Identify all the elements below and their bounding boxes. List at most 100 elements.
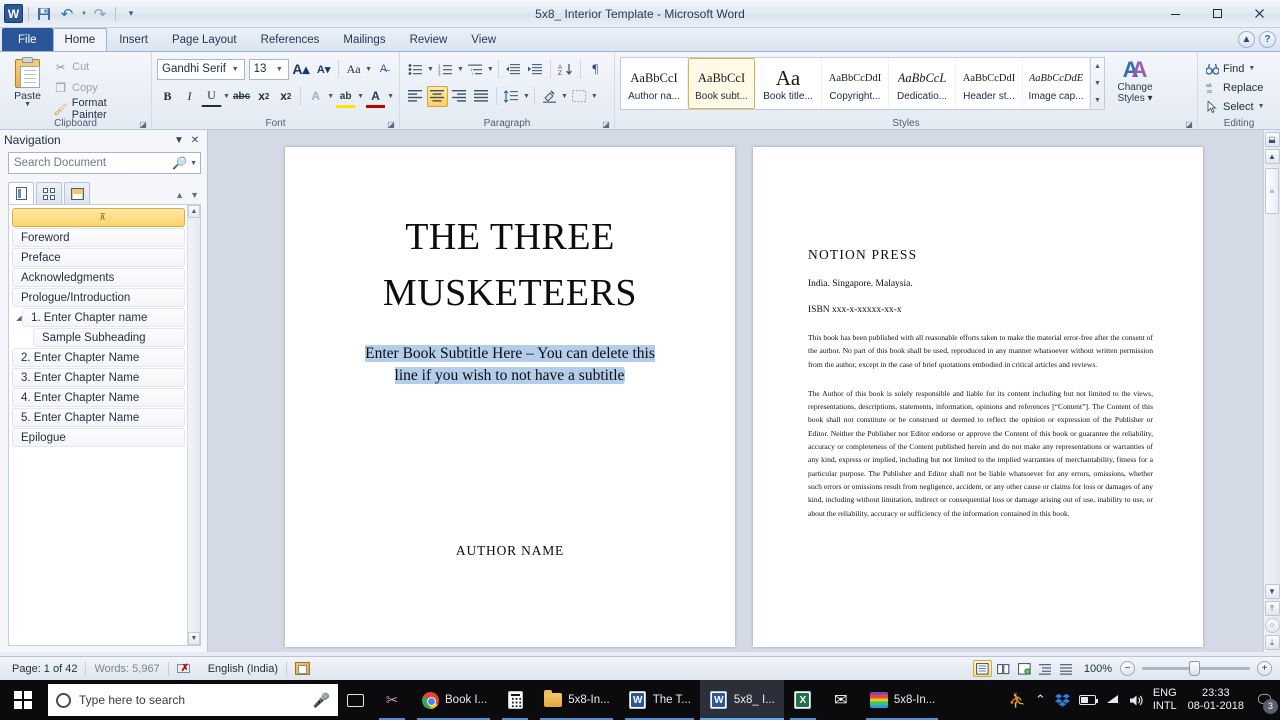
maximize-button[interactable] (1196, 0, 1238, 26)
zoom-in-button[interactable]: + (1257, 661, 1272, 676)
book-subtitle-selected[interactable]: Enter Book Subtitle Here – You can delet… (285, 343, 735, 387)
scroll-up-icon[interactable]: ▲ (188, 205, 200, 218)
document-page-1[interactable]: THE THREE MUSKETEERS Enter Book Subtitle… (285, 147, 735, 647)
zoom-level[interactable]: 100% (1078, 663, 1118, 675)
tab-mailings[interactable]: Mailings (331, 28, 397, 51)
tab-page-layout[interactable]: Page Layout (160, 28, 249, 51)
navigation-tab-pages[interactable] (36, 182, 62, 204)
nav-item-foreword[interactable]: Foreword (12, 228, 185, 247)
nav-item-preface[interactable]: Preface (12, 248, 185, 267)
shrink-font-button[interactable]: A▾ (313, 59, 334, 80)
text-highlight-color-button[interactable]: ab (335, 86, 356, 107)
bullets-button[interactable] (405, 59, 426, 80)
gallery-scroll-up-icon[interactable]: ▲ (1091, 58, 1104, 75)
copy-button[interactable]: ❐ Copy (50, 78, 146, 98)
macro-recording[interactable] (287, 659, 318, 679)
style-item-copyright[interactable]: AaBbCcDdI Copyright... (822, 58, 889, 109)
navigation-options-icon[interactable]: ▼ (171, 135, 187, 146)
nav-item-chapter-3[interactable]: 3. Enter Chapter Name (12, 368, 185, 387)
tab-view[interactable]: View (459, 28, 508, 51)
tab-insert[interactable]: Insert (107, 28, 160, 51)
paste-dropdown-icon[interactable]: ▼ (24, 102, 31, 108)
borders-dropdown-icon[interactable]: ▼ (591, 93, 598, 100)
previous-page-icon[interactable]: ⤒ (1265, 601, 1280, 616)
close-icon[interactable]: ✕ (187, 135, 203, 146)
grow-font-button[interactable]: A▴ (290, 59, 312, 80)
change-styles-button[interactable]: AA Change Styles ▾ (1109, 54, 1161, 110)
minimize-ribbon-icon[interactable]: ▲ (1238, 31, 1255, 48)
cut-button[interactable]: ✂ Cut (50, 57, 146, 77)
navigation-scrollbar[interactable]: ▲ ▼ (187, 205, 200, 645)
language-indicator[interactable]: ENG INTL (1153, 687, 1177, 713)
outline-view-button[interactable] (1036, 660, 1055, 677)
find-button[interactable]: Find ▼ (1203, 59, 1275, 78)
volume-icon[interactable] (1129, 694, 1144, 707)
bullets-dropdown-icon[interactable]: ▼ (427, 66, 434, 73)
decrease-indent-button[interactable] (503, 59, 524, 80)
taskbar-item-mail[interactable]: ✉ (822, 680, 860, 720)
highlight-dropdown-icon[interactable]: ▼ (357, 93, 364, 100)
undo-icon[interactable]: ↶ (57, 4, 77, 24)
taskbar-item-word-5x8-interior[interactable]: W 5x8_ I... (700, 680, 784, 720)
style-item-book-title[interactable]: Aa Book title... (755, 58, 822, 109)
zoom-out-button[interactable]: − (1120, 661, 1135, 676)
start-button[interactable] (0, 680, 46, 720)
nav-item-prologue-introduction[interactable]: Prologue/Introduction (12, 288, 185, 307)
help-icon[interactable]: ? (1259, 31, 1276, 48)
taskbar-search-input[interactable]: Type here to search 🎤 (48, 684, 338, 716)
document-vertical-scrollbar[interactable]: ⬓ ▲ ≡ ▼ ⤒ ○ ⤓ (1263, 130, 1280, 652)
clear-formatting-button[interactable]: A̶ (373, 59, 394, 80)
replace-button[interactable]: abac Replace (1203, 78, 1275, 97)
book-title[interactable]: THE THREE MUSKETEERS (285, 209, 735, 321)
nav-item-chapter-5[interactable]: 5. Enter Chapter Name (12, 408, 185, 427)
select-button[interactable]: Select ▼ (1203, 97, 1275, 116)
multilevel-list-button[interactable]: 1i (465, 59, 486, 80)
increase-indent-button[interactable] (525, 59, 546, 80)
bold-button[interactable]: B (157, 86, 178, 107)
redo-icon[interactable]: ↷ (90, 4, 110, 24)
shading-button[interactable] (539, 86, 560, 107)
line-spacing-dropdown-icon[interactable]: ▼ (523, 93, 530, 100)
proofing-status[interactable]: ✗ (169, 659, 200, 679)
full-screen-reading-view-button[interactable] (994, 660, 1013, 677)
nav-item-acknowledgments[interactable]: Acknowledgments (12, 268, 185, 287)
gallery-scroll-down-icon[interactable]: ▼ (1091, 75, 1104, 92)
italic-button[interactable]: I (179, 86, 200, 107)
font-name-combo[interactable]: Gandhi Serif ▼ (157, 59, 245, 80)
navigation-tab-results[interactable] (64, 182, 90, 204)
nav-item-chapter-1[interactable]: ◢ 1. Enter Chapter name (22, 308, 185, 327)
paste-button[interactable]: Paste ▼ (5, 54, 50, 119)
people-icon[interactable]: ⛹ (1008, 692, 1025, 709)
font-size-combo[interactable]: 13 ▼ (249, 59, 289, 80)
taskbar-item-calculator[interactable] (496, 680, 534, 720)
wifi-icon[interactable] (1105, 694, 1120, 707)
split-view-icon[interactable]: ⬓ (1265, 132, 1280, 147)
line-spacing-button[interactable] (501, 86, 522, 107)
gallery-more-icon[interactable]: ▼ (1091, 92, 1104, 109)
font-dialog-launcher-icon[interactable]: ◪ (386, 119, 396, 129)
align-left-button[interactable] (405, 86, 426, 107)
dropbox-icon[interactable] (1055, 693, 1070, 707)
show-hidden-icons-icon[interactable]: ⌃ (1035, 692, 1046, 708)
customize-quick-access-icon[interactable]: ▾ (121, 4, 141, 24)
battery-icon[interactable] (1079, 695, 1096, 705)
taskbar-item-winrar[interactable]: 5x8-In... (860, 680, 945, 720)
numbering-button[interactable]: 123 (435, 59, 456, 80)
chevron-down-icon[interactable]: ▼ (273, 66, 286, 73)
style-item-author-name[interactable]: AaBbCcI Author na... (621, 58, 688, 109)
scrollbar-thumb[interactable]: ≡ (1265, 168, 1279, 214)
text-effects-button[interactable]: A (305, 86, 326, 107)
chevron-down-icon[interactable]: ▼ (229, 66, 242, 73)
word-logo-icon[interactable]: W (4, 4, 23, 23)
minimize-button[interactable] (1154, 0, 1196, 26)
text-effects-dropdown-icon[interactable]: ▼ (327, 93, 334, 100)
subscript-button[interactable]: x2 (253, 86, 274, 107)
undo-dropdown-icon[interactable]: ▼ (81, 11, 87, 17)
notification-center-button[interactable]: 🗨 3 (1255, 691, 1274, 710)
font-color-dropdown-icon[interactable]: ▼ (387, 93, 394, 100)
nav-item-chapter-2[interactable]: 2. Enter Chapter Name (12, 348, 185, 367)
show-formatting-marks-button[interactable]: ¶ (585, 59, 606, 80)
close-button[interactable] (1238, 0, 1280, 26)
web-layout-view-button[interactable] (1015, 660, 1034, 677)
nav-item-sample-subheading[interactable]: Sample Subheading (33, 328, 185, 347)
